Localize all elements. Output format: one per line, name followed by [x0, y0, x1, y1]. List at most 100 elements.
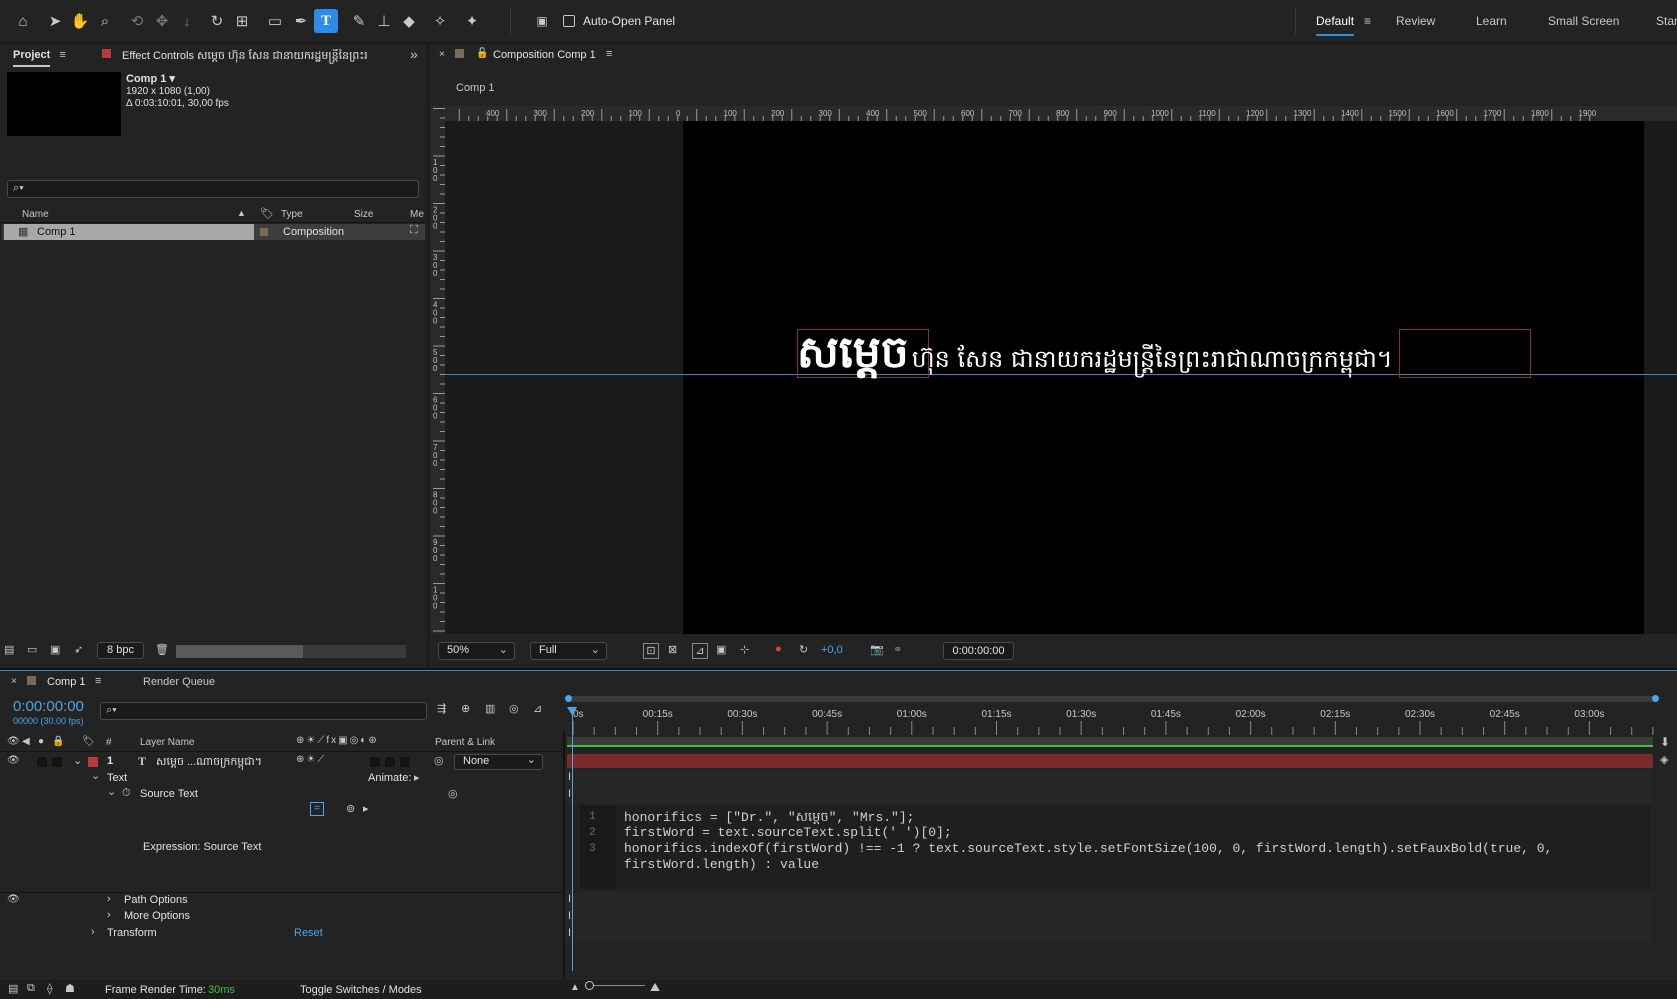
eraser-icon[interactable]: ◆ [397, 9, 421, 33]
close-tab-icon[interactable]: × [439, 49, 445, 60]
puppet-pin-icon[interactable]: ✦ [460, 9, 484, 33]
keyframe-navigator-icon[interactable]: I [568, 927, 571, 939]
time-zoom-slider[interactable] [585, 981, 645, 990]
video-eye-icon[interactable]: 👁 [7, 755, 20, 766]
path-options-row[interactable]: 👁 › Path Options [0, 892, 565, 909]
color-channels-icon[interactable]: ● [775, 643, 782, 655]
thumbnail-slider[interactable] [176, 645, 406, 658]
audio-icon[interactable]: ◀ [22, 736, 30, 747]
dolly-icon[interactable]: ↓ [175, 9, 199, 33]
exposure-value[interactable]: +0,0 [821, 644, 843, 656]
timeline-tab[interactable]: Comp 1 [47, 676, 86, 688]
project-tab[interactable]: Project [13, 49, 51, 67]
layer-name[interactable]: សម្តេច ...ណាចក្រកម្ពុជា។ [156, 755, 262, 771]
in-out-pane-icon[interactable]: ⟠ [47, 982, 52, 995]
expression-enable-icon[interactable]: = [310, 802, 324, 816]
composition-viewer[interactable]: សម្តេច ហ៊ុន សែន ជានាយករដ្ឋមន្ត្រីនៃព្រះរ… [445, 121, 1677, 634]
layer-switches-pane-icon[interactable]: ▤ [8, 982, 18, 995]
switch-box[interactable] [370, 757, 380, 767]
fast-previews-icon[interactable]: ⊡ [643, 643, 659, 659]
mask-visibility-icon[interactable]: ⊿ [692, 643, 708, 659]
col-parent-link[interactable]: Parent & Link [435, 737, 495, 748]
trash-icon[interactable]: 🗑 [155, 643, 169, 656]
selection-icon[interactable]: ➤ [43, 9, 67, 33]
work-area-bar[interactable] [567, 737, 1653, 747]
workspace-panel-icon[interactable]: ▣ [530, 9, 554, 33]
hand-icon[interactable]: ✋ [68, 9, 92, 33]
workspace-review[interactable]: Review [1396, 14, 1435, 28]
workspace-default[interactable]: Default [1316, 14, 1355, 36]
label-tag-icon[interactable]: 🏷 [260, 207, 274, 220]
region-of-interest-icon[interactable]: ▣ [716, 643, 726, 656]
close-tab-icon[interactable]: × [11, 676, 17, 687]
stopwatch-icon[interactable]: ⏱ [122, 787, 131, 800]
workspace-standard[interactable]: Stan [1656, 14, 1677, 28]
grid-guides-icon[interactable]: ⊹ [740, 643, 749, 656]
panel-menu-icon[interactable]: ≡ [95, 675, 101, 687]
motion-blur-icon[interactable]: ◎ [509, 702, 519, 715]
project-row-comp1[interactable]: ▦ Comp 1 Composition ⛶ [2, 224, 425, 240]
reset-exposure-icon[interactable]: ↻ [799, 643, 808, 656]
keyframe-navigator-icon[interactable]: I [568, 788, 571, 800]
comp-text-layer[interactable]: សម្តេច ហ៊ុន សែន ជានាយករដ្ឋមន្ត្រីនៃព្រះរ… [797, 325, 1393, 389]
expression-language-menu-icon[interactable]: ▸ [363, 802, 369, 815]
video-eye-icon[interactable]: 👁 [7, 894, 20, 905]
render-time-pane-icon[interactable]: ☗ [65, 982, 75, 995]
expression-editor[interactable]: 1 2 3 honorifics = ["Dr.", "សម្តេច", "Mr… [580, 805, 1650, 889]
transparency-grid-icon[interactable]: ⊠ [668, 643, 677, 656]
transfer-controls-pane-icon[interactable]: ⧉ [27, 982, 35, 995]
project-search-input[interactable]: ⌕▾ [7, 180, 419, 198]
switch-box[interactable] [385, 757, 395, 767]
solo-toggle[interactable] [37, 757, 47, 767]
layer-end-icon[interactable]: ◈ [1660, 753, 1668, 766]
chevron-right-icon[interactable]: › [107, 909, 111, 921]
current-time-display[interactable]: 0:00:00:00 [13, 698, 84, 715]
workspace-small-screen[interactable]: Small Screen [1548, 14, 1619, 28]
text-group-row[interactable]: ⌄ Text Animate: ▸ [0, 770, 565, 787]
roto-brush-icon[interactable]: ✧ [428, 9, 452, 33]
col-name[interactable]: Name [22, 209, 49, 220]
home-icon[interactable]: ⌂ [11, 9, 35, 33]
rectangle-icon[interactable]: ▭ [263, 9, 287, 33]
panel-menu-icon[interactable]: ≡ [606, 48, 612, 60]
draft-3d-icon[interactable]: ⊕ [461, 702, 470, 715]
chevron-right-icon[interactable]: › [107, 893, 111, 905]
brush-icon[interactable]: ✎ [347, 9, 371, 33]
layer-row-1[interactable]: 👁 ⌄ 1 T សម្តេច ...ណាចក្រកម្ពុជា។ ⊕☀⟋ ◎ N… [0, 754, 565, 770]
switch-box[interactable] [400, 757, 410, 767]
sort-ascending-icon[interactable]: ▲ [237, 208, 246, 218]
layer-label-swatch[interactable] [88, 757, 98, 767]
timeline-search-input[interactable]: ⌕▾ [100, 702, 427, 720]
chevron-down-icon[interactable]: ⌄ [107, 785, 116, 798]
zoom-in-icon[interactable]: ⛰ [650, 980, 660, 995]
col-type[interactable]: Type [281, 209, 303, 220]
comp-info-name[interactable]: Comp 1 ▾ [126, 72, 175, 85]
interpret-footage-icon[interactable]: ▤ [4, 643, 14, 656]
transform-row[interactable]: › Transform Reset [0, 926, 565, 942]
pick-whip-icon[interactable]: ◎ [434, 754, 444, 767]
workspace-learn[interactable]: Learn [1476, 14, 1507, 28]
col-size[interactable]: Size [354, 209, 373, 220]
new-composition-icon[interactable]: ▣ [50, 643, 60, 656]
comp-breadcrumb[interactable]: Comp 1 [456, 82, 495, 94]
lock-icon[interactable]: 🔒 [52, 736, 64, 747]
snapshot-camera-icon[interactable]: 📷 [870, 643, 884, 656]
transform-reset-link[interactable]: Reset [294, 927, 323, 939]
keyframe-navigator-icon[interactable]: I [568, 771, 571, 783]
expand-chevrons-icon[interactable]: » [410, 46, 418, 62]
rotate-icon[interactable]: ↻ [205, 9, 229, 33]
toggle-switches-modes[interactable]: Toggle Switches / Modes [300, 984, 422, 996]
keyframe-navigator-icon[interactable]: I [568, 893, 571, 905]
zoom-out-icon[interactable]: ▲ [570, 982, 580, 993]
layer-duration-bar[interactable] [567, 754, 1653, 768]
label-tag-icon[interactable]: 🏷 [82, 736, 95, 747]
viewer-timecode[interactable]: 0:00:00:00 [943, 642, 1014, 660]
render-icon[interactable]: ➶ [74, 643, 83, 656]
anchor-icon[interactable]: ⊞ [230, 9, 254, 33]
show-snapshot-icon[interactable]: ⚭ [893, 643, 902, 656]
type-icon[interactable]: T [314, 9, 338, 33]
workspace-menu-icon[interactable]: ≡ [1364, 14, 1371, 28]
bpc-button[interactable]: 8 bpc [97, 642, 144, 659]
panel-menu-icon[interactable]: ≡ [59, 49, 65, 61]
keyframe-navigator-icon[interactable]: I [568, 910, 571, 922]
